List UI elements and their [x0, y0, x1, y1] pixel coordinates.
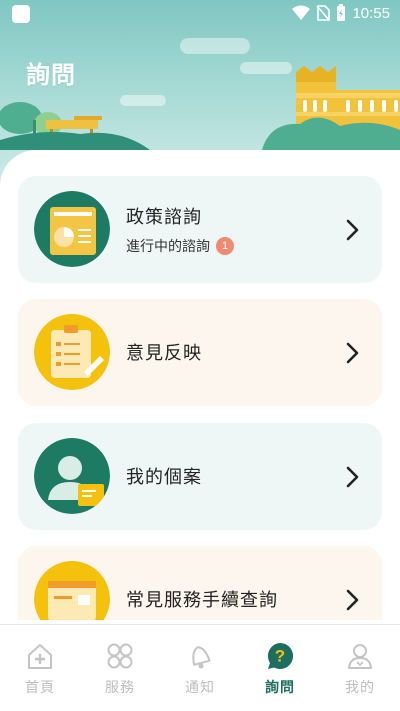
chevron-right-icon — [346, 466, 359, 488]
services-grid-icon — [107, 643, 133, 669]
chevron-right-icon — [346, 219, 359, 241]
person-case-icon — [34, 438, 110, 514]
nav-home[interactable]: 首頁 — [0, 625, 80, 711]
service-window-icon — [34, 561, 110, 620]
policy-document-icon — [34, 191, 110, 267]
chevron-right-icon — [346, 342, 359, 364]
nav-notifications[interactable]: 通知 — [160, 625, 240, 711]
count-badge: 1 — [216, 237, 234, 255]
nav-profile[interactable]: 我的 — [320, 625, 400, 711]
card-title: 常見服務手續查詢 — [126, 590, 278, 611]
policy-consultation-card[interactable]: 政策諮詢 進行中的諮詢 1 — [18, 176, 382, 283]
card-title: 政策諮詢 — [126, 207, 202, 228]
my-cases-card[interactable]: 我的個案 — [18, 423, 382, 530]
nav-label: 詢問 — [265, 680, 295, 696]
clipboard-feedback-icon — [34, 314, 110, 390]
nav-services[interactable]: 服務 — [80, 625, 160, 711]
bell-icon — [192, 646, 211, 669]
bottom-navigation: 首頁 服務 通知 ? 詢問 我的 — [0, 624, 400, 711]
nav-label: 首頁 — [25, 680, 55, 696]
profile-icon — [348, 644, 372, 669]
chevron-right-icon — [346, 589, 359, 611]
nav-inquiry[interactable]: ? 詢問 — [240, 625, 320, 711]
svg-text:?: ? — [275, 647, 285, 666]
nav-label: 我的 — [345, 680, 375, 696]
card-subtitle: 進行中的諮詢 1 — [126, 236, 234, 256]
nav-label: 服務 — [105, 680, 135, 696]
card-title: 意見反映 — [126, 343, 202, 364]
nav-label: 通知 — [185, 680, 215, 696]
question-bubble-icon: ? — [267, 642, 294, 669]
service-procedures-card[interactable]: 常見服務手續查詢 — [18, 546, 382, 620]
content-panel: 政策諮詢 進行中的諮詢 1 意見反映 我的個案 常見服務手續查詢 — [0, 150, 400, 620]
card-title: 我的個案 — [126, 467, 202, 488]
home-icon — [28, 644, 52, 669]
feedback-card[interactable]: 意見反映 — [18, 299, 382, 406]
ongoing-consultation-label: 進行中的諮詢 — [126, 239, 210, 255]
